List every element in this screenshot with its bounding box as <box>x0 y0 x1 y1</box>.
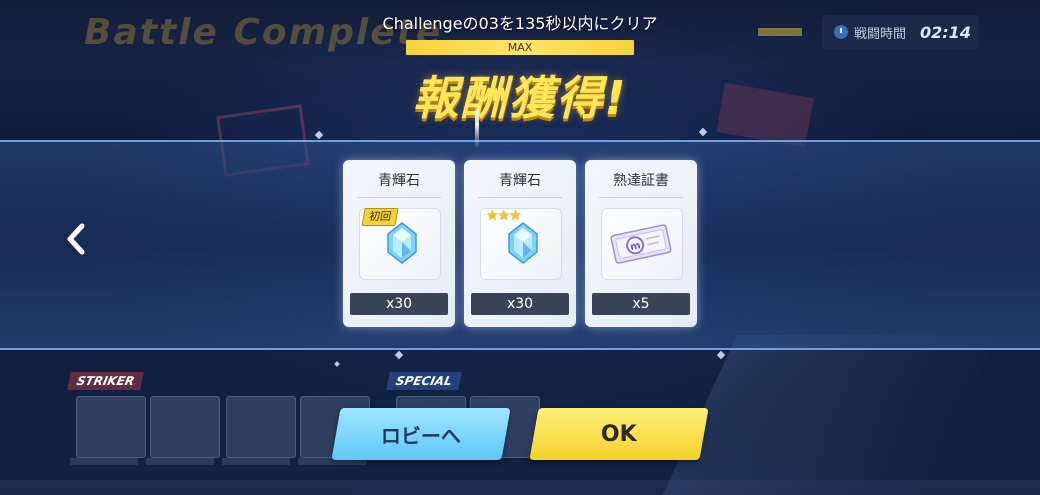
sparkle-effect <box>475 100 479 148</box>
striker-slot <box>226 396 296 458</box>
mastery-certificate-icon: m <box>610 224 672 264</box>
ok-button[interactable]: OK <box>529 408 709 460</box>
sparkle-icon <box>698 127 708 137</box>
sparkle-icon <box>314 130 324 140</box>
challenge-progress-bar: MAX <box>406 40 634 55</box>
striker-slot <box>150 396 220 458</box>
ok-label: OK <box>601 421 637 447</box>
reward-quantity: x30 <box>471 293 569 315</box>
reward-name: 熟達証書 <box>613 173 669 189</box>
blue-gem-icon <box>508 222 538 264</box>
divider <box>478 197 562 198</box>
reward-card[interactable]: 熟達証書 m x5 <box>585 160 697 327</box>
reward-name: 青輝石 <box>378 173 420 189</box>
blue-gem-icon <box>387 222 417 264</box>
reward-headline: 報酬獲得! <box>412 71 628 125</box>
return-to-lobby-label: ロビーへ <box>381 423 461 448</box>
slot-status-bar <box>146 458 214 465</box>
challenge-condition: Challengeの03を135秒以内にクリア <box>382 14 658 33</box>
striker-slot <box>76 396 146 458</box>
chevron-left-icon <box>67 223 85 255</box>
striker-label: STRIKER <box>67 372 145 390</box>
reward-name: 青輝石 <box>499 173 541 189</box>
divider <box>357 197 441 198</box>
svg-text:m: m <box>629 240 641 253</box>
reward-card[interactable]: 青輝石 ★★★ x30 <box>464 160 576 327</box>
reward-quantity: x5 <box>592 293 690 315</box>
previous-arrow-button[interactable] <box>63 222 89 256</box>
reward-quantity: x30 <box>350 293 448 315</box>
slot-status-bar <box>70 458 138 465</box>
return-to-lobby-button[interactable]: ロビーへ <box>331 408 511 460</box>
special-label: SPECIAL <box>386 372 462 390</box>
slot-status-bar <box>222 458 290 465</box>
divider <box>599 197 683 198</box>
challenge-progress-label: MAX <box>507 41 533 54</box>
first-clear-badge: 初回 <box>361 208 399 226</box>
reward-card[interactable]: 青輝石 初回 x30 <box>343 160 455 327</box>
